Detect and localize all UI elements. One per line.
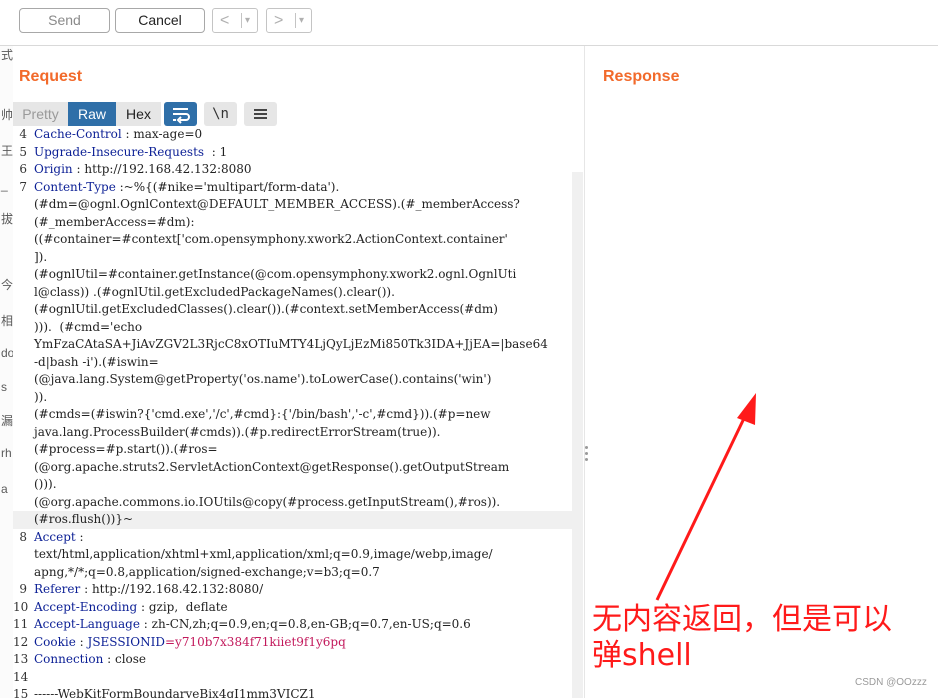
watermark: CSDN @OOzzz — [855, 677, 927, 688]
annotation-line-1: 无内容返回，但是可以 — [592, 602, 892, 637]
annotation-line-2: 弹shell — [592, 638, 692, 673]
annotation-arrow — [655, 393, 756, 601]
annotation-text: 无内容返回，但是可以 弹shell — [592, 602, 938, 674]
